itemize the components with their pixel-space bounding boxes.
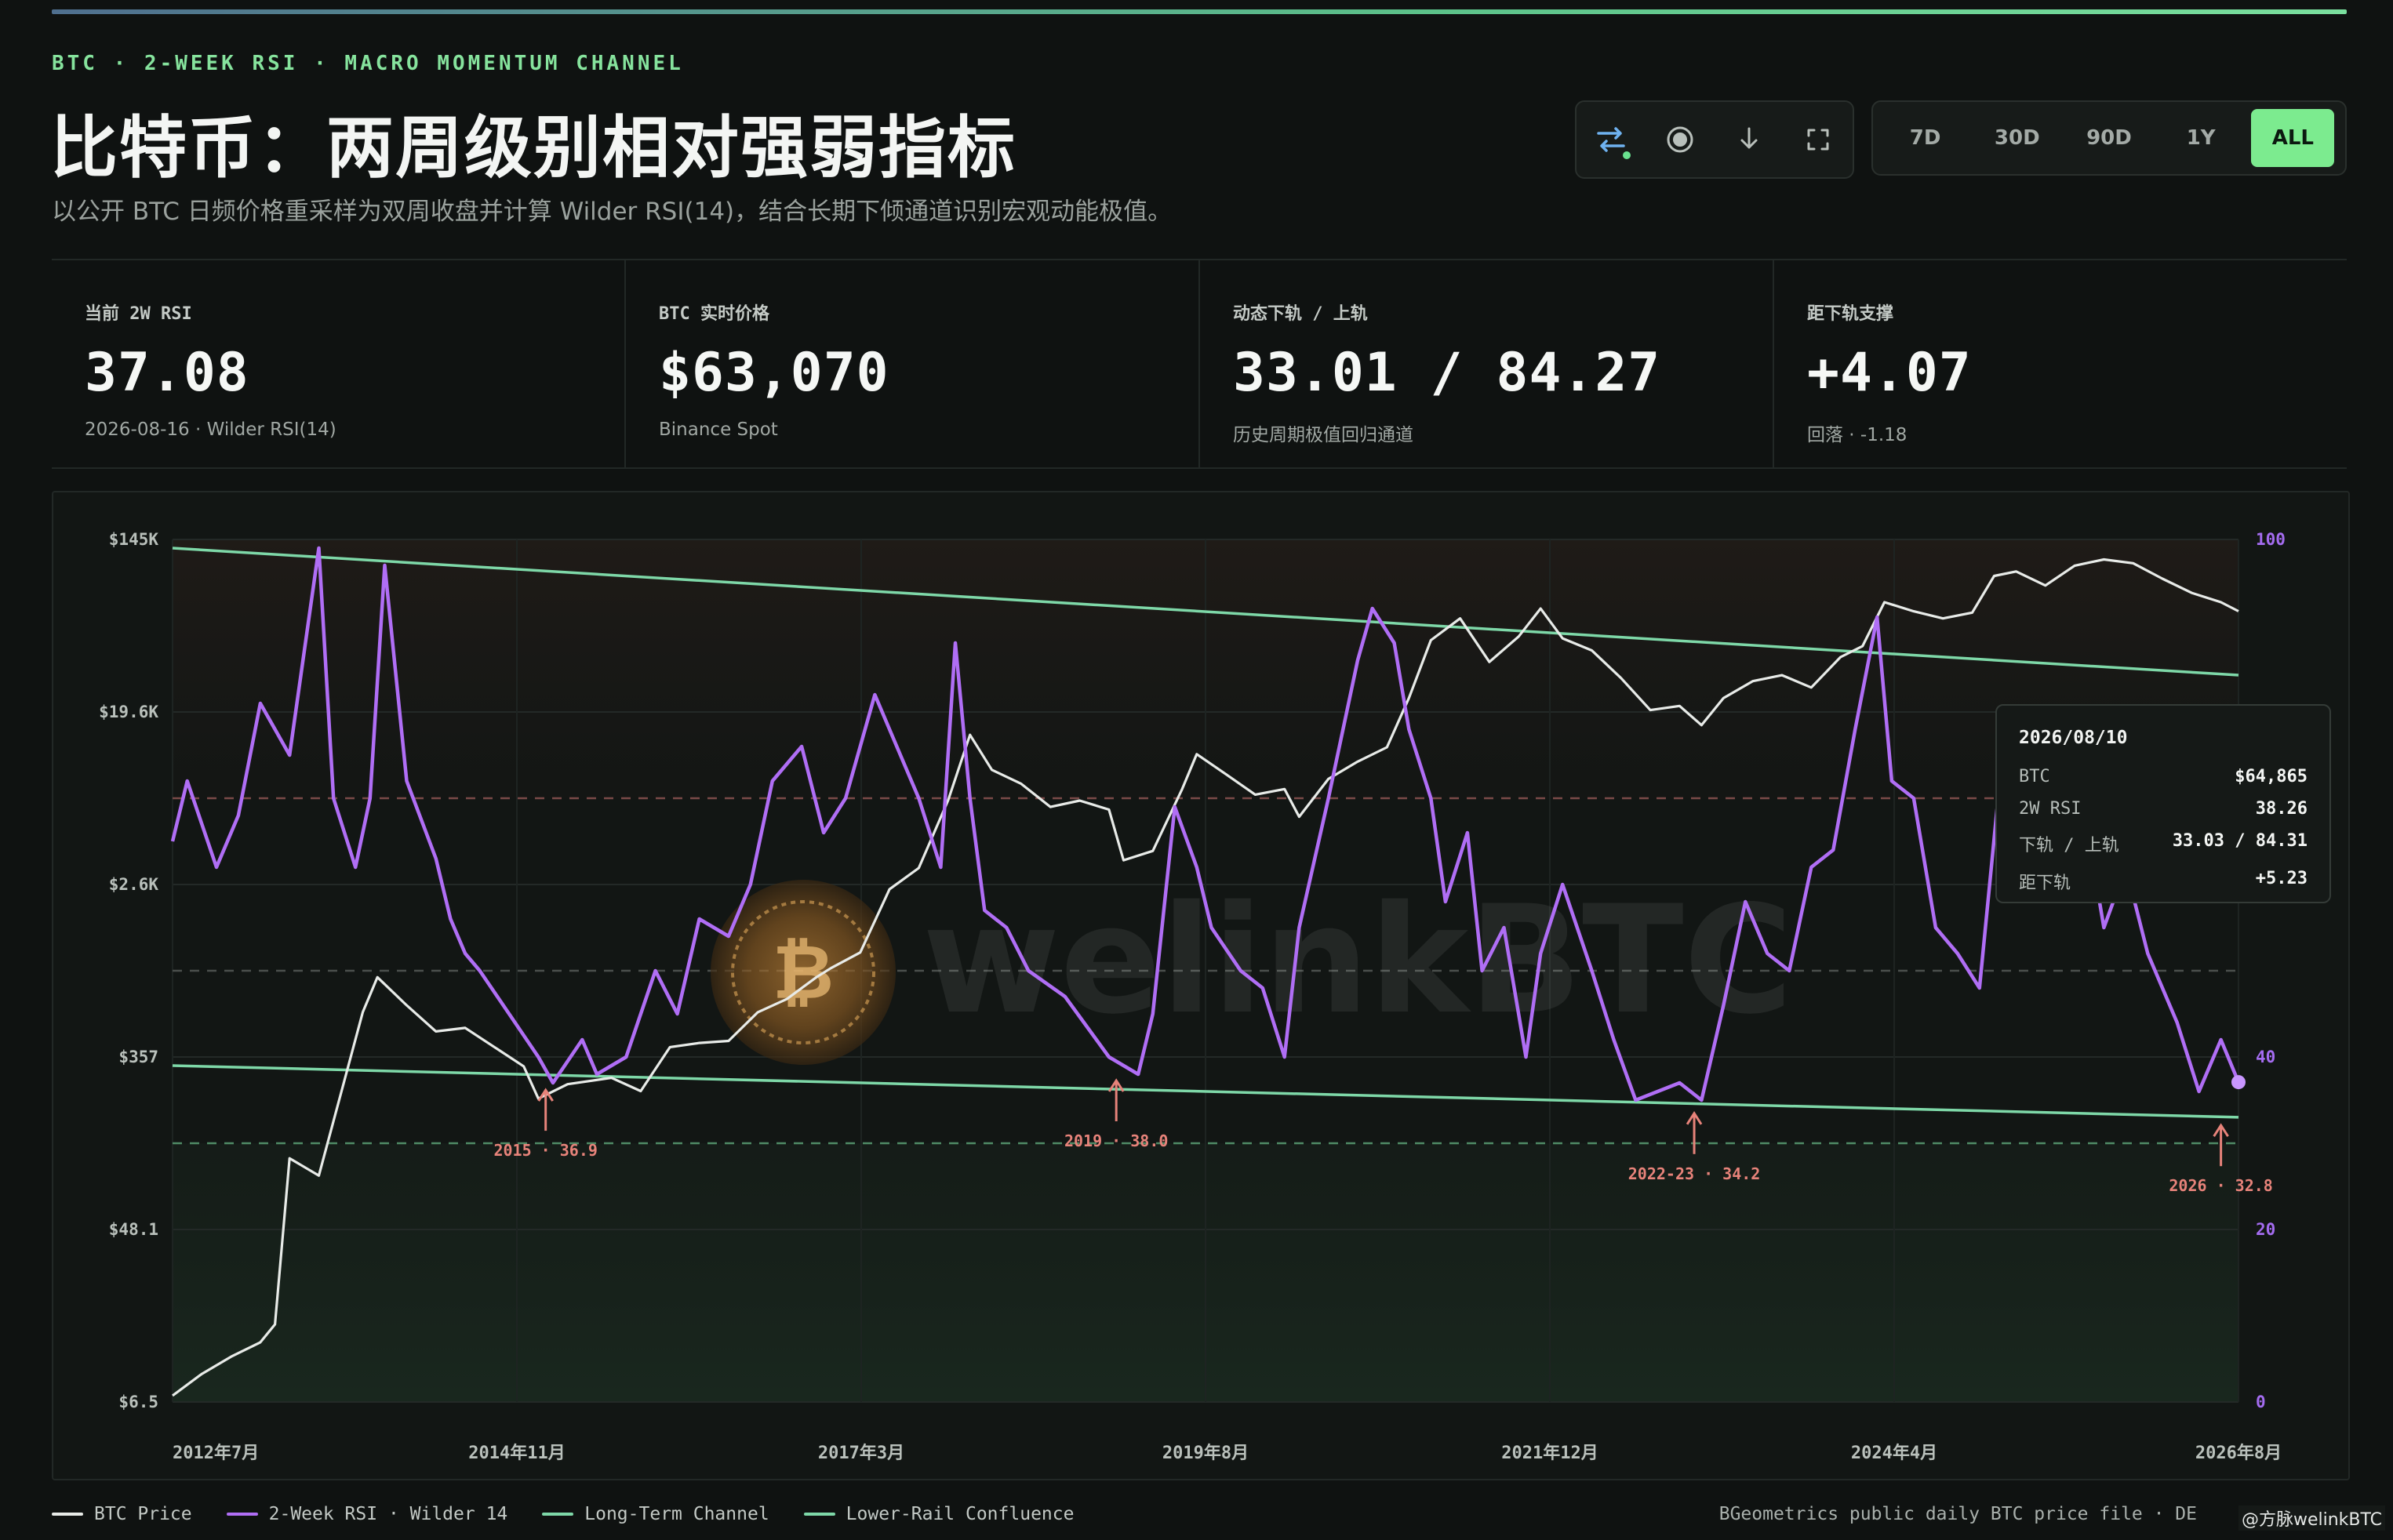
x-axis-tick-label: 2021年12月	[1501, 1443, 1598, 1463]
top-accent-bar	[52, 9, 2347, 14]
range-button-7d[interactable]: 7D	[1884, 109, 1967, 167]
active-dot-icon	[1623, 151, 1631, 159]
left-axis-tick-label: $19.6K	[99, 703, 158, 721]
stat-btc-price: BTC 实时价格 $63,070 Binance Spot	[626, 260, 1200, 467]
tooltip-row: 下轨 / 上轨 33.03 / 84.31	[2019, 831, 2308, 856]
left-axis-tick-label: $6.5	[118, 1393, 158, 1411]
stat-label: 当前 2W RSI	[85, 304, 192, 324]
legend-label: Lower-Rail Confluence	[846, 1504, 1075, 1524]
stat-value: +4.07	[1807, 342, 1972, 404]
rsi-price-chart[interactable]: ₿ welinkBTC 2015 · 36.9 2019 · 38.0 2022-2…	[53, 492, 2348, 1479]
stat-sub: 回落 · -1.18	[1807, 425, 1907, 445]
author-credit: @方脉welinkBTC	[2238, 1505, 2385, 1531]
legend-label: BTC Price	[94, 1504, 192, 1524]
annotation-label: 2022-23 · 34.2	[1628, 1164, 1761, 1183]
tooltip-value: +5.23	[2255, 869, 2308, 888]
range-button-90d[interactable]: 90D	[2068, 109, 2151, 167]
stat-value: $63,070	[659, 342, 889, 404]
tooltip-key: 下轨 / 上轨	[2019, 836, 2119, 855]
left-axis-tick-label: $2.6K	[109, 875, 159, 894]
eyebrow-label: BTC · 2-WEEK RSI · MACRO MOMENTUM CHANNE…	[52, 52, 684, 75]
right-axis-tick-label: 40	[2256, 1048, 2275, 1066]
legend-label: 2-Week RSI · Wilder 14	[268, 1504, 508, 1524]
stat-label: 距下轨支撑	[1807, 304, 1894, 324]
hover-tooltip: 2026/08/10 BTC $64,865 2W RSI 38.26 下轨 / 上…	[1995, 704, 2331, 903]
range-selector: 7D 30D 90D 1Y ALL	[1871, 100, 2347, 176]
tooltip-date: 2026/08/10	[2019, 728, 2128, 748]
stat-label: 动态下轨 / 上轨	[1233, 304, 1368, 324]
tooltip-row: 2W RSI 38.26	[2019, 799, 2308, 819]
legend-item-lower-rail[interactable]: Lower-Rail Confluence	[803, 1504, 1075, 1524]
stat-value: 33.01 / 84.27	[1233, 342, 1661, 404]
tooltip-value: 33.03 / 84.31	[2172, 831, 2308, 851]
range-button-30d[interactable]: 30D	[1976, 109, 2059, 167]
x-axis-tick-label: 2024年4月	[1851, 1443, 1937, 1463]
page-title: 比特币：两周级别相对强弱指标	[50, 109, 1016, 187]
left-axis-tick-label: $357	[118, 1048, 158, 1066]
watermark-text: welinkBTC	[922, 874, 1793, 1047]
stat-sub: 2026-08-16 · Wilder RSI(14)	[85, 420, 336, 440]
page-subtitle: 以公开 BTC 日频价格重采样为双周收盘并计算 Wilder RSI(14)，结…	[52, 198, 1173, 226]
legend-item-rsi[interactable]: 2-Week RSI · Wilder 14	[226, 1504, 508, 1524]
download-arrow-icon[interactable]	[1725, 115, 1773, 164]
watermark-logo: ₿ welinkBTC	[711, 874, 1793, 1065]
stat-current-rsi: 当前 2W RSI 37.08 2026-08-16 · Wilder RSI(…	[52, 260, 626, 467]
tooltip-row: 距下轨 +5.23	[2019, 869, 2308, 894]
fullscreen-icon[interactable]	[1794, 115, 1842, 164]
chart-toolbar	[1575, 100, 1854, 179]
tooltip-key: 2W RSI	[2019, 799, 2082, 819]
legend-swatch	[542, 1513, 574, 1516]
x-axis-tick-label: 2019年8月	[1162, 1443, 1249, 1463]
swap-arrows-icon[interactable]	[1587, 115, 1635, 164]
range-button-1y[interactable]: 1Y	[2159, 109, 2242, 167]
rsi-current-point	[2231, 1075, 2246, 1090]
legend-item-channel[interactable]: Long-Term Channel	[542, 1504, 769, 1524]
stat-label: BTC 实时价格	[659, 304, 769, 324]
source-text: BGeometrics public daily BTC price file …	[1718, 1504, 2197, 1524]
x-axis-tick-label: 2017年3月	[818, 1443, 904, 1463]
stat-channel-bounds: 动态下轨 / 上轨 33.01 / 84.27 历史周期极值回归通道	[1200, 260, 1774, 467]
legend-swatch	[52, 1513, 83, 1516]
right-axis-tick-label: 20	[2256, 1220, 2275, 1239]
annotation-label: 2015 · 36.9	[493, 1141, 597, 1160]
x-axis-tick-label: 2014年11月	[468, 1443, 565, 1463]
x-axis-tick-label: 2026年8月	[2195, 1443, 2282, 1463]
stat-sub: Binance Spot	[659, 420, 778, 440]
legend-label: Long-Term Channel	[584, 1504, 769, 1524]
tooltip-value: $64,865	[2235, 767, 2308, 786]
stats-row: 当前 2W RSI 37.08 2026-08-16 · Wilder RSI(…	[52, 259, 2347, 469]
left-axis-tick-label: $145K	[109, 530, 159, 549]
chart-legend: BTC Price 2-Week RSI · Wilder 14 Long-Te…	[52, 1504, 1108, 1524]
annotation-label: 2019 · 38.0	[1064, 1131, 1168, 1150]
stat-sub: 历史周期极值回归通道	[1233, 425, 1413, 445]
stat-value: 37.08	[85, 342, 249, 404]
stat-distance-support: 距下轨支撑 +4.07 回落 · -1.18	[1774, 260, 2347, 467]
legend-item-btc-price[interactable]: BTC Price	[52, 1504, 192, 1524]
left-axis-tick-label: $48.1	[109, 1220, 158, 1239]
tooltip-key: BTC	[2019, 767, 2050, 786]
right-axis-tick-label: 0	[2256, 1393, 2266, 1411]
chart-panel[interactable]: ₿ welinkBTC 2015 · 36.9 2019 · 38.0 2022-2…	[52, 491, 2350, 1480]
right-axis-tick-label: 100	[2256, 530, 2286, 549]
legend-swatch	[803, 1513, 835, 1516]
legend-swatch	[226, 1513, 258, 1516]
record-circle-icon[interactable]	[1656, 115, 1704, 164]
tooltip-value: 38.26	[2255, 799, 2308, 819]
tooltip-key: 距下轨	[2019, 874, 2071, 893]
range-button-all[interactable]: ALL	[2251, 109, 2335, 167]
x-axis-tick-label: 2012年7月	[173, 1443, 259, 1463]
tooltip-row: BTC $64,865	[2019, 767, 2308, 786]
annotation-label: 2026 · 32.8	[2169, 1176, 2272, 1195]
